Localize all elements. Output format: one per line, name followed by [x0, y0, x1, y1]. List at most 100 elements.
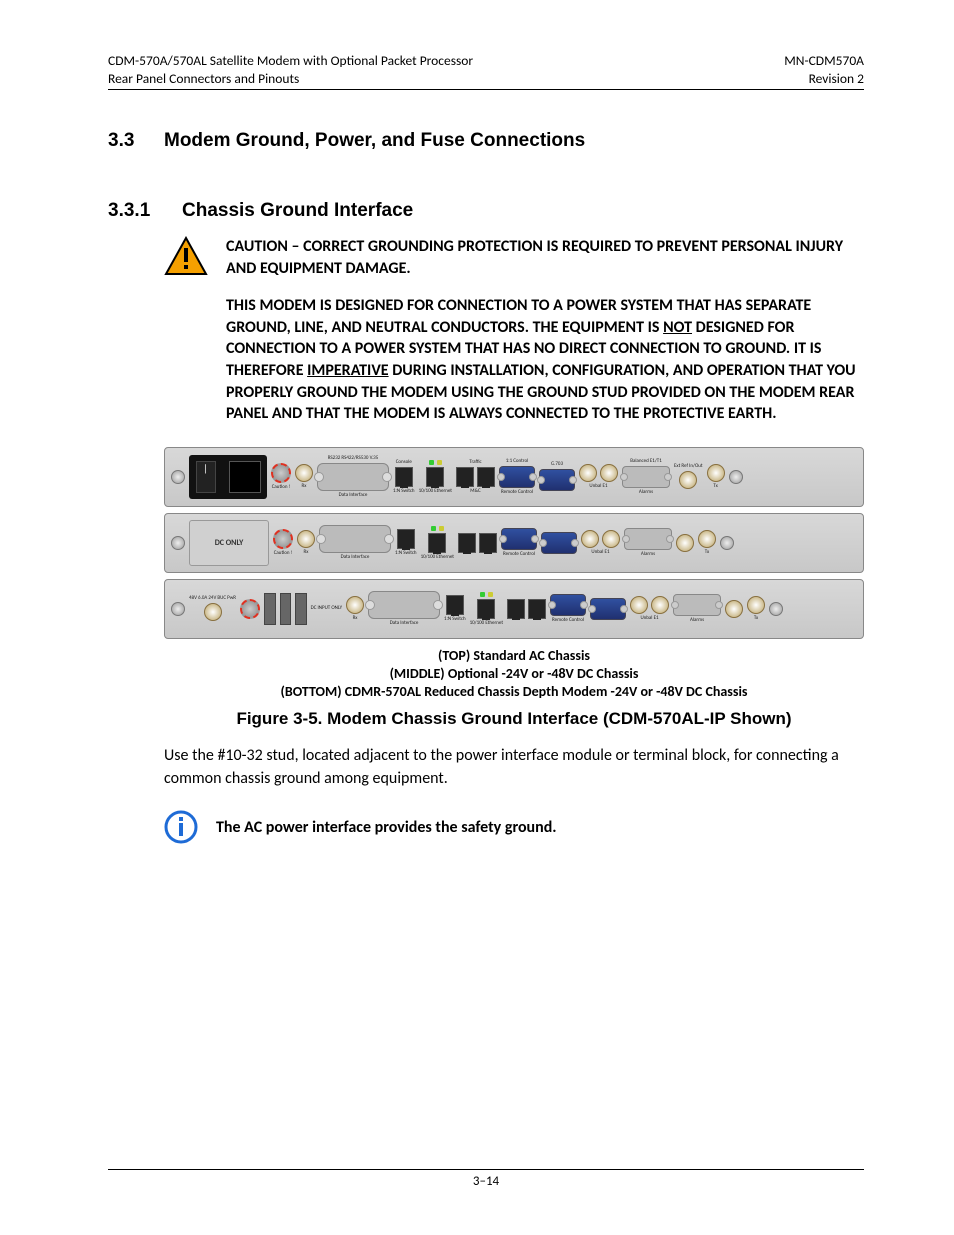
caution-text-imperative: IMPERATIVE — [307, 361, 388, 380]
label-alarms: Alarms — [639, 490, 653, 495]
unbal-bnc — [579, 464, 597, 482]
header-doc-number: MN-CDM570A — [784, 52, 864, 70]
data-interface-db25 — [319, 525, 391, 553]
tx-bnc — [707, 464, 725, 482]
ground-stud-highlight — [273, 529, 293, 549]
traffic-rj45 — [458, 533, 476, 553]
label-traffic: Traffic — [469, 460, 481, 465]
label-unbal: Unbal E1 — [589, 484, 607, 489]
caution-paragraph-1: CAUTION – CORRECT GROUNDING PROTECTION I… — [226, 236, 864, 279]
tx-bnc — [747, 596, 765, 614]
label-ethernet: 10/100 Ethernet — [421, 555, 454, 560]
label-data-interface: Data Interface — [339, 493, 368, 498]
chassis-screw — [720, 536, 734, 550]
dc-terminal-block: DC INPUT ONLY — [264, 589, 342, 629]
chassis-dc-bottom: 48V 6.0A 24V BUC PwR DC INPUT ONLY Rx Da… — [164, 579, 864, 639]
data-interface-db25 — [317, 463, 389, 491]
remote-db9 — [501, 528, 537, 550]
figure-subcaptions: (TOP) Standard AC Chassis (MIDDLE) Optio… — [164, 647, 864, 702]
chassis-screw — [729, 470, 743, 484]
mc-rj45 — [479, 533, 497, 553]
rx-bnc — [295, 464, 313, 482]
iec-inlet — [229, 461, 261, 493]
note-text: The AC power interface provides the safe… — [216, 818, 557, 837]
balanced-db15 — [624, 528, 672, 550]
page-header: CDM-570A/570AL Satellite Modem with Opti… — [108, 52, 864, 90]
ethernet-rj45 — [426, 467, 444, 487]
label-switch: 1:N Switch — [444, 617, 466, 622]
unbal-bnc — [651, 596, 669, 614]
heading-text: Modem Ground, Power, and Fuse Connection… — [164, 130, 585, 151]
ac-power-inlet — [189, 455, 267, 499]
remote-db9 — [499, 466, 535, 488]
note-block: The AC power interface provides the safe… — [164, 810, 864, 844]
caution-block: CAUTION – CORRECT GROUNDING PROTECTION I… — [164, 236, 864, 279]
ethernet-rj45 — [428, 533, 446, 553]
label-tx: Tx — [705, 550, 709, 555]
console-rj45 — [446, 595, 464, 615]
chassis-dc-middle: DC ONLY Caution ! Rx Data Interface 1:N … — [164, 513, 864, 573]
figure-caption-bottom: (BOTTOM) CDMR-570AL Reduced Chassis Dept… — [164, 683, 864, 701]
traffic-rj45 — [456, 467, 474, 487]
remote-db9 — [550, 594, 586, 616]
label-console: Console — [396, 460, 412, 465]
dc-power-module: DC ONLY — [189, 520, 269, 566]
ext-ref-bnc — [679, 471, 697, 489]
caution-icon — [164, 236, 208, 276]
header-right: MN-CDM570A Revision 2 — [784, 52, 864, 87]
chassis-screw — [769, 602, 783, 616]
info-icon — [164, 810, 198, 844]
label-rx: Rx — [304, 550, 309, 555]
unbal-bnc — [630, 596, 648, 614]
label-switch: 1:N Switch — [393, 489, 415, 494]
figure-3-5: Caution ! Rx RS232 RS422/RS530 V.35 Data… — [164, 447, 864, 730]
label-caution: Caution ! — [274, 551, 293, 556]
unbal-bnc — [600, 464, 618, 482]
led-icon — [488, 592, 493, 597]
label-tx: Tx — [754, 616, 758, 621]
label-ethernet: 10/100 Ethernet — [470, 621, 503, 626]
heading-number: 3.3 — [108, 130, 164, 152]
label-switch: 1:N Switch — [395, 551, 417, 556]
data-interface-db25 — [368, 591, 440, 619]
buc-pwr-connector — [204, 603, 222, 621]
dc-terminal — [280, 593, 292, 625]
document-page: CDM-570A/570AL Satellite Modem with Opti… — [0, 0, 954, 1235]
label-data-interface: Data Interface — [390, 621, 419, 626]
header-revision: Revision 2 — [784, 70, 864, 88]
heading-3-3-1: 3.3.1Chassis Ground Interface — [108, 200, 864, 222]
unbal-bnc — [581, 530, 599, 548]
ground-stud-highlight — [271, 463, 291, 483]
figure-caption-top: (TOP) Standard AC Chassis — [164, 647, 864, 665]
label-rx: Rx — [353, 616, 358, 621]
figure-caption-middle: (MIDDLE) Optional -24V or -48V DC Chassi… — [164, 665, 864, 683]
chassis-ac-top: Caution ! Rx RS232 RS422/RS530 V.35 Data… — [164, 447, 864, 507]
mc-rj45 — [477, 467, 495, 487]
chassis-screw — [171, 470, 185, 484]
console-rj45 — [397, 529, 415, 549]
label-remote: Remote Control — [552, 618, 584, 623]
heading-number: 3.3.1 — [108, 200, 182, 222]
chassis-screw — [171, 536, 185, 550]
label-balanced: Balanced E1/T1 — [630, 459, 662, 464]
label-ethernet: 10/100 Ethernet — [419, 489, 452, 494]
caution-paragraph-2: THIS MODEM IS DESIGNED FOR CONNECTION TO… — [226, 295, 864, 425]
console-rj45 — [395, 467, 413, 487]
rx-bnc — [297, 530, 315, 548]
led-icon — [437, 460, 442, 465]
caution-text-not: NOT — [663, 318, 692, 337]
page-number: 3–14 — [473, 1174, 499, 1189]
balanced-db15 — [622, 466, 670, 488]
label-unbal: Unbal E1 — [640, 616, 658, 621]
label-remote: Remote Control — [503, 552, 535, 557]
label-tx: Tx — [713, 484, 717, 489]
led-icon — [429, 460, 434, 465]
label-control: 1:1 Control — [506, 459, 529, 464]
dc-terminal — [295, 593, 307, 625]
power-switch — [196, 461, 216, 493]
label-ext-ref: Ext Ref In/Out — [674, 464, 703, 469]
label-rx: Rx — [302, 484, 307, 489]
balanced-db15 — [673, 594, 721, 616]
label-unbal: Unbal E1 — [591, 550, 609, 555]
led-icon — [480, 592, 485, 597]
